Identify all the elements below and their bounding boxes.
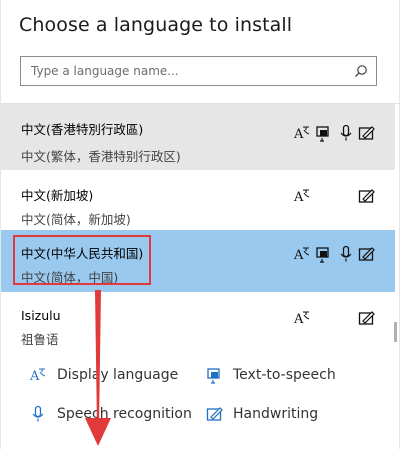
text-to-speech-icon: [207, 368, 220, 384]
speech-recognition-icon: [340, 245, 352, 262]
language-row-zh-sg[interactable]: 中文(新加坡) 中文(简体，新加坡) A: [1, 170, 395, 228]
legend-handwriting: Handwriting: [233, 406, 319, 422]
language-subtitle: 祖鲁语: [21, 332, 59, 347]
language-search-input[interactable]: [21, 57, 341, 85]
language-row-zulu[interactable]: Isizulu 祖鲁语 A: [1, 292, 395, 349]
svg-text:A: A: [293, 190, 304, 205]
annotation-highlight-box: [13, 235, 151, 285]
language-subtitle: 中文(简体，新加坡): [21, 212, 131, 227]
annotation-arrow-down-icon: [85, 290, 111, 446]
legend-text-to-speech: Text-to-speech: [233, 367, 336, 383]
language-list: 中文(香港特別行政區) 中文(繁体，香港特别行政区) A 中文(新加坡) 中文(…: [1, 104, 395, 349]
language-name: 中文(新加坡): [21, 188, 94, 203]
speech-recognition-icon: [340, 124, 352, 141]
language-name: 中文(香港特別行政區): [21, 122, 144, 137]
language-search-box[interactable]: [20, 56, 377, 86]
display-language-icon: A: [293, 126, 310, 142]
text-to-speech-icon: [316, 247, 329, 263]
language-subtitle: 中文(繁体，香港特别行政区): [21, 149, 181, 164]
handwriting-icon: [206, 407, 223, 421]
handwriting-icon: [358, 126, 375, 140]
language-row-zh-hk[interactable]: 中文(香港特別行政區) 中文(繁体，香港特别行政区) A: [1, 104, 395, 170]
text-to-speech-icon: [316, 126, 329, 142]
language-name: Isizulu: [21, 308, 61, 323]
svg-text:A: A: [293, 127, 304, 142]
display-language-icon: A: [29, 368, 46, 384]
language-install-dialog: Choose a language to install 中文(香港特別行政區)…: [0, 0, 400, 449]
handwriting-icon: [358, 189, 375, 203]
feature-legend: A Display language Text-to-speech Speech…: [1, 352, 400, 449]
display-language-icon: A: [293, 311, 310, 327]
svg-text:A: A: [29, 369, 40, 384]
handwriting-icon: [358, 247, 375, 261]
svg-text:A: A: [293, 248, 304, 263]
display-language-icon: A: [293, 189, 310, 205]
list-scrollbar[interactable]: [394, 322, 397, 342]
dialog-title: Choose a language to install: [19, 14, 293, 36]
speech-recognition-icon: [32, 405, 44, 422]
display-language-icon: A: [293, 247, 310, 263]
svg-text:A: A: [293, 312, 304, 327]
search-icon[interactable]: [354, 64, 368, 78]
handwriting-icon: [358, 311, 375, 325]
